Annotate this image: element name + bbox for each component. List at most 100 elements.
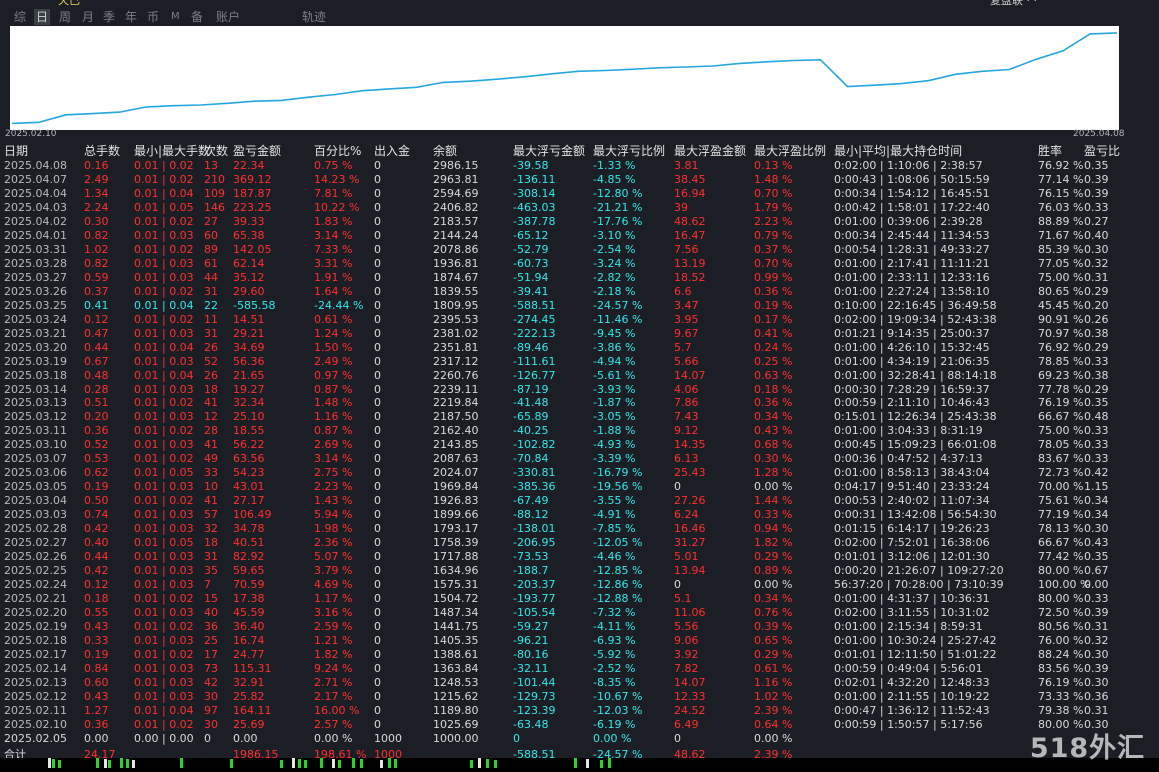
cell-col-9: -16.79 % — [593, 466, 643, 480]
table-row[interactable]: 2025.02.05 0.00 0.00 | 0.00 0 0.00 0.00 % 1000… — [0, 732, 1159, 746]
header-cell[interactable]: 最大浮盈金额 — [674, 143, 746, 159]
table-row[interactable]: 2025.02.27 0.40 0.01 | 0.05 18 40.51 2.36 % 0 1… — [0, 536, 1159, 550]
cell-col-2: 0.01 | 0.02 — [134, 592, 194, 606]
table-row[interactable]: 2025.03.04 0.50 0.01 | 0.02 41 27.17 1.43 % 0 1… — [0, 494, 1159, 508]
header-cell[interactable]: 最大浮亏比例 — [593, 143, 665, 159]
table-row[interactable]: 2025.04.02 0.30 0.01 | 0.02 27 39.33 1.83 % 0 2… — [0, 215, 1159, 229]
table-row[interactable]: 2025.02.26 0.44 0.01 | 0.03 31 82.92 5.07 % 0 1… — [0, 550, 1159, 564]
cell-col-13: 80.00 % — [1038, 592, 1084, 606]
table-row[interactable]: 2025.02.14 0.84 0.01 | 0.03 73 115.31 9.24 % 0… — [0, 662, 1159, 676]
header-cell[interactable]: 最大浮亏金额 — [513, 143, 585, 159]
table-row[interactable]: 2025.03.19 0.67 0.01 | 0.03 52 56.36 2.49 % 0 2… — [0, 355, 1159, 369]
table-row[interactable]: 2025.02.25 0.42 0.01 | 0.03 35 59.65 3.79 % 0 1… — [0, 564, 1159, 578]
table-row[interactable]: 2025.02.11 1.27 0.01 | 0.04 97 164.11 16.00 %… — [0, 704, 1159, 718]
table-row[interactable]: 2025.02.20 0.55 0.01 | 0.03 40 45.59 3.16 % 0 1… — [0, 606, 1159, 620]
table-row[interactable]: 2025.03.14 0.28 0.01 | 0.03 18 19.27 0.87 % 0 2… — [0, 383, 1159, 397]
header-cell[interactable]: 盈亏金额 — [233, 143, 281, 159]
table-row[interactable]: 2025.02.19 0.43 0.01 | 0.02 36 36.40 2.59 % 0 1… — [0, 620, 1159, 634]
table-row[interactable]: 2025.04.07 2.49 0.01 | 0.02 210 369.12 14.23 … — [0, 173, 1159, 187]
cell-col-4: 40.51 — [233, 536, 265, 550]
header-cell[interactable]: 最大浮盈比例 — [754, 143, 826, 159]
table-row[interactable]: 2025.02.17 0.19 0.01 | 0.02 17 24.77 1.82 % 0 1… — [0, 648, 1159, 662]
cell-col-3: 73 — [204, 661, 218, 675]
bottom-bar — [96, 758, 99, 768]
table-row[interactable]: 2025.04.01 0.82 0.01 | 0.03 60 65.38 3.14 % 0 2… — [0, 229, 1159, 243]
cell-col-0: 2025.03.04 — [4, 494, 67, 508]
table-row[interactable]: 2025.02.10 0.36 0.01 | 0.02 30 25.69 2.57 % 0 1… — [0, 718, 1159, 732]
table-row[interactable]: 2025.02.24 0.12 0.01 | 0.03 7 70.59 4.69 % 0 15… — [0, 578, 1159, 592]
table-row[interactable]: 2025.03.06 0.62 0.01 | 0.05 33 54.23 2.75 % 0 2… — [0, 466, 1159, 480]
header-cell[interactable]: 最小|平均|最大持仓时间 — [834, 143, 962, 159]
table-row[interactable]: 2025.03.03 0.74 0.01 | 0.03 57 106.49 5.94 % 0… — [0, 508, 1159, 522]
cell-col-11: 0.00 % — [754, 578, 793, 592]
bottom-bar — [58, 760, 61, 768]
cell-col-6: 0 — [374, 186, 381, 200]
table-row[interactable]: 2025.03.26 0.37 0.01 | 0.02 31 29.60 1.64 % 0 1… — [0, 285, 1159, 299]
tab-2[interactable]: 周 — [57, 9, 73, 25]
header-cell[interactable]: 盈亏比 — [1084, 143, 1120, 159]
tab-10[interactable]: 轨迹 — [300, 9, 328, 25]
tab-6[interactable]: 币 — [145, 9, 161, 25]
header-cell[interactable]: 次数 — [204, 143, 228, 159]
table-row[interactable]: 2025.03.11 0.36 0.01 | 0.02 28 18.55 0.87 % 0 2… — [0, 424, 1159, 438]
table-row[interactable]: 2025.03.27 0.59 0.01 | 0.03 44 35.12 1.91 % 0 1… — [0, 271, 1159, 285]
header-cell[interactable]: 胜率 — [1038, 143, 1062, 159]
cell-col-2: 0.01 | 0.02 — [134, 647, 194, 661]
cell-col-1: 0.19 — [84, 647, 109, 661]
table-row[interactable]: 2025.03.20 0.44 0.01 | 0.04 26 34.69 1.50 % 0 2… — [0, 341, 1159, 355]
cell-col-2: 0.01 | 0.02 — [134, 214, 194, 228]
cell-col-9: -12.86 % — [593, 578, 643, 592]
table-row[interactable]: 2025.03.31 1.02 0.01 | 0.02 89 142.05 7.33 % 0… — [0, 243, 1159, 257]
table-row[interactable]: 2025.04.03 2.24 0.01 | 0.05 146 223.25 10.22 … — [0, 201, 1159, 215]
table-row[interactable]: 2025.03.12 0.20 0.01 | 0.03 12 25.10 1.16 % 0 2… — [0, 410, 1159, 424]
tab-7[interactable]: M — [169, 9, 182, 25]
cell-col-12: 0:00:34 | 2:45:44 | 11:34:53 — [834, 228, 990, 242]
bottom-bar — [52, 759, 55, 768]
cell-col-8: -87.19 — [513, 382, 549, 396]
cell-col-7: 2024.07 — [433, 466, 479, 480]
cell-col-3: 35 — [204, 564, 218, 578]
tab-0[interactable]: 综 — [12, 9, 28, 25]
tab-3[interactable]: 月 — [80, 9, 96, 25]
cell-col-0: 2025.03.12 — [4, 410, 67, 424]
cell-col-3: 7 — [204, 578, 211, 592]
table-row[interactable]: 2025.03.10 0.52 0.01 | 0.03 41 56.22 2.69 % 0 2… — [0, 438, 1159, 452]
table-row[interactable]: 2025.03.13 0.51 0.01 | 0.02 41 32.34 1.48 % 0 2… — [0, 396, 1159, 410]
table-row[interactable]: 2025.02.18 0.33 0.01 | 0.03 25 16.74 1.21 % 0 1… — [0, 634, 1159, 648]
table-row[interactable]: 2025.03.05 0.19 0.01 | 0.03 10 43.01 2.23 % 0 1… — [0, 480, 1159, 494]
cell-col-10: 27.26 — [674, 494, 706, 508]
table-row[interactable]: 2025.02.13 0.60 0.01 | 0.03 42 32.91 2.71 % 0 1… — [0, 676, 1159, 690]
cell-col-11: 1.79 % — [754, 200, 793, 214]
table-row[interactable]: 2025.03.24 0.12 0.01 | 0.02 11 14.51 0.61 % 0 2… — [0, 313, 1159, 327]
header-cell[interactable]: 总手数 — [84, 143, 120, 159]
cell-col-1: 0.37 — [84, 284, 109, 298]
table-row[interactable]: 2025.02.12 0.43 0.01 | 0.03 30 25.82 2.17 % 0 1… — [0, 690, 1159, 704]
table-row[interactable]: 2025.03.07 0.53 0.01 | 0.02 49 63.56 3.14 % 0 2… — [0, 452, 1159, 466]
tab-9[interactable]: 账户 — [214, 9, 242, 25]
table-row[interactable]: 2025.03.25 0.41 0.01 | 0.04 22 -585.58 -24.44… — [0, 299, 1159, 313]
cell-col-10: 25.43 — [674, 466, 706, 480]
cell-col-6: 0 — [374, 312, 381, 326]
table-row[interactable]: 2025.03.28 0.82 0.01 | 0.03 61 62.14 3.31 % 0 1… — [0, 257, 1159, 271]
table-row[interactable]: 2025.02.21 0.18 0.01 | 0.02 15 17.38 1.17 % 0 1… — [0, 592, 1159, 606]
cell-col-14: 0.20 — [1084, 298, 1109, 312]
header-cell[interactable]: 百分比% — [314, 143, 361, 159]
table-row[interactable]: 2025.03.21 0.47 0.01 | 0.03 31 29.21 1.24 % 0 2… — [0, 327, 1159, 341]
table-row[interactable]: 2025.02.28 0.42 0.01 | 0.03 32 34.78 1.98 % 0 1… — [0, 522, 1159, 536]
tab-8[interactable]: 备 — [189, 9, 205, 25]
header-cell[interactable]: 最小|最大手数 — [134, 143, 210, 159]
header-cell[interactable]: 余额 — [433, 143, 457, 159]
tab-4[interactable]: 季 — [101, 9, 117, 25]
table-row[interactable]: 2025.04.08 0.16 0.01 | 0.02 13 22.34 0.75 % 0 2… — [0, 159, 1159, 173]
table-row[interactable]: 2025.04.04 1.34 0.01 | 0.04 109 187.87 7.81 %… — [0, 187, 1159, 201]
table-row[interactable]: 2025.03.18 0.48 0.01 | 0.04 26 21.65 0.97 % 0 2… — [0, 369, 1159, 383]
header-cell[interactable]: 出入金 — [374, 143, 410, 159]
tab-5[interactable]: 年 — [123, 9, 139, 25]
cell-col-4: 29.21 — [233, 326, 265, 340]
tab-1[interactable]: 日 — [34, 9, 51, 25]
cell-col-6: 0 — [374, 633, 381, 647]
cell-col-1: 1.34 — [84, 186, 109, 200]
cell-col-3: 12 — [204, 410, 218, 424]
header-cell[interactable]: 日期 — [4, 143, 28, 159]
cell-col-9: -4.94 % — [593, 354, 636, 368]
